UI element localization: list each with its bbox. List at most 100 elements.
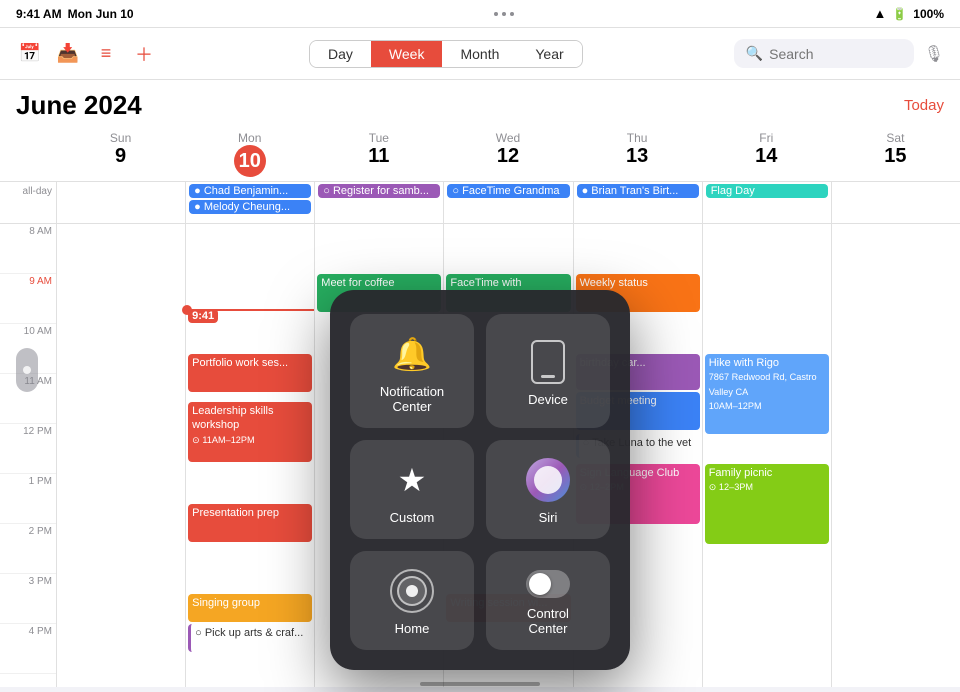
today-button[interactable]: Today bbox=[904, 97, 944, 114]
assistive-touch[interactable] bbox=[16, 348, 38, 392]
search-bar[interactable]: 🔍 bbox=[734, 39, 914, 68]
view-tabs: Day Week Month Year bbox=[309, 40, 583, 68]
event-chad[interactable]: ● Chad Benjamin... bbox=[189, 184, 311, 198]
at-dot bbox=[23, 366, 31, 374]
day-col-sat bbox=[831, 224, 960, 687]
status-time: 9:41 AM bbox=[16, 7, 62, 21]
status-dots bbox=[494, 12, 514, 16]
status-right: ▲ 🔋 100% bbox=[873, 6, 944, 21]
tab-month[interactable]: Month bbox=[442, 41, 517, 67]
day-name-fri: Fri bbox=[759, 131, 773, 145]
all-day-wed: ○ FaceTime Grandma bbox=[443, 182, 572, 223]
event-register[interactable]: ○ Register for samb... bbox=[318, 184, 440, 198]
event-brian[interactable]: ● Brian Tran's Birt... bbox=[577, 184, 699, 198]
event-singing[interactable]: Singing group bbox=[188, 594, 312, 622]
device-button bbox=[541, 375, 555, 378]
calendar-icon[interactable]: 📅 bbox=[16, 40, 44, 68]
qa-control-center-label: ControlCenter bbox=[527, 606, 569, 636]
day-header-tue: Tue 11 bbox=[314, 127, 443, 181]
dot1 bbox=[494, 12, 498, 16]
home-dot bbox=[406, 585, 418, 597]
qa-siri-label: Siri bbox=[539, 510, 558, 525]
add-icon[interactable]: ＋ bbox=[130, 40, 158, 68]
event-pickup[interactable]: ○ Pick up arts & craf... bbox=[188, 624, 312, 652]
all-day-sat bbox=[831, 182, 960, 223]
battery-pct: 100% bbox=[913, 7, 944, 21]
qa-custom-label: Custom bbox=[390, 510, 435, 525]
event-flagday[interactable]: Flag Day bbox=[706, 184, 828, 198]
all-day-label: all-day bbox=[0, 182, 56, 223]
day-name-thu: Thu bbox=[627, 131, 648, 145]
calendar-header: June 2024 Today bbox=[0, 80, 960, 127]
day-header-wed: Wed 12 bbox=[443, 127, 572, 181]
day-name-wed: Wed bbox=[496, 131, 520, 145]
day-num-mon: 10 bbox=[185, 145, 314, 177]
slot-4pm: 4 PM bbox=[0, 624, 56, 674]
list-icon[interactable]: ≡ bbox=[92, 40, 120, 68]
qa-device[interactable]: Device bbox=[486, 314, 610, 428]
event-hike[interactable]: Hike with Rigo7867 Redwood Rd, Castro Va… bbox=[705, 354, 829, 434]
slot-3pm: 3 PM bbox=[0, 574, 56, 624]
day-name-sun: Sun bbox=[110, 131, 131, 145]
day-col-fri: Hike with Rigo7867 Redwood Rd, Castro Va… bbox=[702, 224, 831, 687]
tab-week[interactable]: Week bbox=[371, 41, 443, 67]
toolbar-right: 🔍 🎙 bbox=[734, 39, 944, 68]
qa-notification-label: NotificationCenter bbox=[380, 384, 444, 414]
device-icon bbox=[531, 340, 565, 384]
siri-inner bbox=[534, 466, 562, 494]
home-inner bbox=[397, 576, 427, 606]
inbox-icon[interactable]: 📥 bbox=[54, 40, 82, 68]
day-header-sat: Sat 15 bbox=[831, 127, 960, 181]
qa-home[interactable]: Home bbox=[350, 551, 474, 650]
event-portfolio[interactable]: Portfolio work ses... bbox=[188, 354, 312, 392]
tab-day[interactable]: Day bbox=[310, 41, 371, 67]
current-time-badge: 9:41 bbox=[188, 309, 218, 323]
event-presentation[interactable]: Presentation prep bbox=[188, 504, 312, 542]
today-circle: 10 bbox=[234, 145, 266, 177]
slot-1pm: 1 PM bbox=[0, 474, 56, 524]
event-melody[interactable]: ● Melody Cheung... bbox=[189, 200, 311, 214]
event-picnic[interactable]: Family picnic⊙ 12–3PM bbox=[705, 464, 829, 544]
qa-control-center[interactable]: ControlCenter bbox=[486, 551, 610, 650]
siri-icon bbox=[526, 458, 570, 502]
day-name-sat: Sat bbox=[886, 131, 904, 145]
status-bar: 9:41 AM Mon Jun 10 ▲ 🔋 100% bbox=[0, 0, 960, 28]
status-left: 9:41 AM Mon Jun 10 bbox=[16, 7, 134, 21]
dot2 bbox=[502, 12, 506, 16]
home-indicator bbox=[420, 682, 540, 686]
quick-actions-panel: 🔔 NotificationCenter Device ★ Custom Sir… bbox=[330, 290, 630, 670]
day-num-tue: 11 bbox=[314, 145, 443, 167]
event-leadership[interactable]: Leadership skills workshop⊙ 11AM–12PM bbox=[188, 402, 312, 462]
qa-notification-center[interactable]: 🔔 NotificationCenter bbox=[350, 314, 474, 428]
tab-year[interactable]: Year bbox=[517, 41, 581, 67]
dot3 bbox=[510, 12, 514, 16]
all-day-sun bbox=[56, 182, 185, 223]
qa-siri[interactable]: Siri bbox=[486, 440, 610, 539]
search-input[interactable] bbox=[769, 46, 902, 62]
at-button[interactable] bbox=[16, 348, 38, 392]
time-gutter-header bbox=[0, 127, 56, 181]
all-day-mon: ● Chad Benjamin... ● Melody Cheung... bbox=[185, 182, 314, 223]
qa-custom[interactable]: ★ Custom bbox=[350, 440, 474, 539]
toolbar: 📅 📥 ≡ ＋ Day Week Month Year 🔍 🎙 bbox=[0, 28, 960, 80]
current-time-line bbox=[186, 309, 314, 311]
day-num-fri: 14 bbox=[702, 145, 831, 167]
all-day-thu: ● Brian Tran's Birt... bbox=[573, 182, 702, 223]
mic-icon[interactable]: 🎙 bbox=[924, 44, 944, 64]
event-facetime-grandma[interactable]: ○ FaceTime Grandma bbox=[447, 184, 569, 198]
home-icon bbox=[390, 569, 434, 613]
slot-8am: 8 AM bbox=[0, 224, 56, 274]
day-headers: Sun 9 Mon 10 Tue 11 Wed 12 Thu 13 Fri 14… bbox=[0, 127, 960, 182]
slot-12pm: 12 PM bbox=[0, 424, 56, 474]
day-num-sun: 9 bbox=[56, 145, 185, 167]
wifi-icon: ▲ bbox=[873, 6, 886, 21]
status-day: Mon Jun 10 bbox=[68, 7, 134, 21]
day-num-wed: 12 bbox=[443, 145, 572, 167]
day-name-mon: Mon bbox=[238, 131, 261, 145]
time-col: 8 AM 9 AM 10 AM 11 AM 12 PM 1 PM 2 PM 3 … bbox=[0, 224, 56, 687]
qa-device-label: Device bbox=[528, 392, 568, 407]
all-day-tue: ○ Register for samb... bbox=[314, 182, 443, 223]
day-header-mon: Mon 10 bbox=[185, 127, 314, 181]
search-icon: 🔍 bbox=[746, 45, 763, 62]
day-col-sun bbox=[56, 224, 185, 687]
